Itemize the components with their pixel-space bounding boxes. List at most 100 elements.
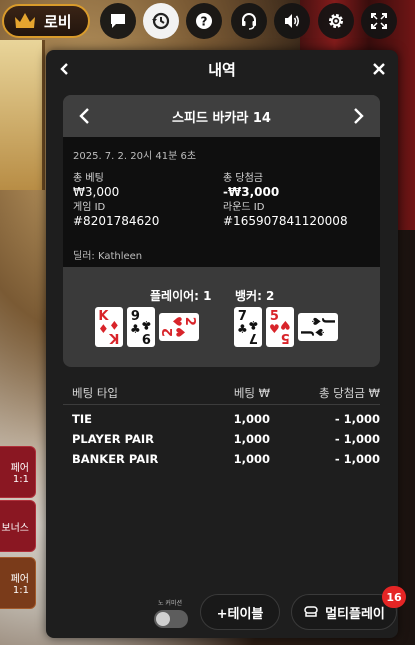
fullscreen-button[interactable] — [361, 3, 397, 39]
card-corner: 5 ♥ — [269, 310, 280, 336]
banker-cards: 7 ♣ 7 ♣ 5 ♥ 5 ♥ J ♠ J ♠ — [234, 307, 338, 347]
card-corner: 7 ♣ — [237, 310, 248, 336]
card-suit: ♣ — [141, 318, 152, 332]
playing-card: K ♦ K ♦ — [95, 307, 123, 347]
card-corner: 2 ♥ — [170, 316, 197, 327]
side-bet-label: 보너스 — [1, 522, 29, 534]
sound-button[interactable] — [274, 3, 310, 39]
support-button[interactable] — [231, 3, 267, 39]
help-icon: ? — [196, 13, 212, 29]
table-row: BANKER PAIR 1,000 - 1,000 — [63, 449, 380, 469]
side-bet-label: 페어 1:1 — [10, 463, 29, 485]
svg-text:?: ? — [201, 15, 208, 29]
round-card: 스피드 바카라 14 2025. 7. 2. 20시 41분 6초 총 베팅 ₩… — [63, 95, 380, 367]
bet-win: - 1,000 — [334, 412, 380, 426]
fullscreen-icon — [371, 13, 387, 29]
round-result: 플레이어: 1 뱅커: 2 K ♦ K ♦ 9 ♣ 9 ♣ 2 ♥ 2 ♥ 7 ♣ 7 ♣ 5 ♥ 5 ♥ J ♠ J ♠ — [63, 267, 380, 367]
card-corner: 7 ♣ — [248, 318, 259, 345]
lobby-button[interactable]: 로비 — [2, 4, 90, 38]
next-round-icon[interactable] — [348, 106, 368, 126]
history-button[interactable] — [143, 3, 179, 39]
col-bet-amount: 베팅 ₩ — [233, 385, 270, 400]
card-rank: J — [321, 318, 336, 324]
prev-round-icon[interactable] — [75, 106, 95, 126]
card-rank: K — [109, 330, 120, 345]
card-suit: ♣ — [237, 322, 248, 336]
side-bet-label: 페어 1:1 — [10, 574, 29, 596]
chat-button[interactable] — [100, 3, 136, 39]
history-icon — [152, 12, 170, 30]
add-table-label: +테이블 — [216, 606, 264, 622]
card-corner: 5 ♥ — [280, 318, 291, 345]
round-id-value: #165907841120008 — [223, 214, 348, 228]
settings-button[interactable] — [318, 3, 354, 39]
round-id: 라운드 ID #165907841120008 — [223, 198, 348, 228]
card-corner: J ♠ — [300, 327, 327, 338]
no-commission-label: 노 커미션 — [158, 600, 182, 607]
side-bet-pair-2[interactable]: 페어 1:1 — [0, 557, 36, 609]
no-commission-toggle-wrap: 노 커미션 — [154, 598, 190, 628]
card-suit: ♠ — [309, 316, 323, 327]
round-info: 2025. 7. 2. 20시 41분 6초 총 베팅 ₩3,000 총 당첨금… — [63, 137, 380, 267]
bet-win: - 1,000 — [334, 452, 380, 466]
total-win-label: 총 당첨금 — [223, 173, 263, 184]
multiplay-button[interactable]: 멀티플레이 — [291, 594, 397, 630]
multiplay-badge: 16 — [382, 586, 406, 608]
table-row: PLAYER PAIR 1,000 - 1,000 — [63, 429, 380, 449]
bet-type: BANKER PAIR — [72, 452, 159, 466]
card-suit: ♥ — [269, 322, 280, 336]
card-rank: 7 — [249, 330, 259, 345]
card-rank: 5 — [281, 330, 291, 345]
dealer-name: 딜러: Kathleen — [73, 251, 143, 262]
chevron-left-icon — [60, 63, 68, 75]
close-button[interactable] — [368, 58, 390, 80]
bet-type: PLAYER PAIR — [72, 432, 155, 446]
playing-card: 2 ♥ 2 ♥ — [159, 313, 199, 341]
panel-title: 내역 — [208, 60, 236, 79]
total-win-value: -₩3,000 — [223, 185, 280, 199]
help-button[interactable]: ? — [186, 3, 222, 39]
card-corner: 9 ♣ — [141, 318, 152, 345]
table-row: TIE 1,000 - 1,000 — [63, 409, 380, 429]
total-bet-label: 총 베팅 — [73, 173, 104, 184]
playing-card: 5 ♥ 5 ♥ — [266, 307, 294, 347]
game-id-value: #8201784620 — [73, 214, 160, 228]
bet-win: - 1,000 — [334, 432, 380, 446]
chat-icon — [111, 14, 125, 28]
card-suit: ♠ — [313, 327, 327, 338]
top-bar: 로비 ? — [0, 0, 415, 42]
crown-icon — [15, 13, 35, 28]
bet-amount: 1,000 — [233, 412, 270, 426]
bets-table: 베팅 타입 베팅 ₩ 총 당첨금 ₩ TIE 1,000 - 1,000 PLA… — [63, 381, 380, 469]
card-suit: ♦ — [109, 318, 120, 332]
card-suit: ♣ — [130, 322, 141, 336]
round-date: 2025. 7. 2. 20시 41분 6초 — [73, 151, 197, 162]
round-id-label: 라운드 ID — [223, 202, 265, 213]
close-icon — [373, 63, 385, 75]
add-table-button[interactable]: +테이블 — [200, 594, 280, 630]
bet-amount: 1,000 — [233, 432, 270, 446]
bets-header-row: 베팅 타입 베팅 ₩ 총 당첨금 ₩ — [63, 381, 380, 405]
playing-card: 7 ♣ 7 ♣ — [234, 307, 262, 347]
card-suit: ♥ — [280, 318, 291, 332]
back-button[interactable] — [54, 58, 76, 80]
lobby-label: 로비 — [44, 12, 72, 31]
toggle-knob — [156, 612, 170, 626]
bet-amount: 1,000 — [233, 452, 270, 466]
side-bet-bonus[interactable]: 보너스 — [0, 500, 36, 552]
card-corner: 2 ♥ — [161, 327, 188, 338]
player-cards: K ♦ K ♦ 9 ♣ 9 ♣ 2 ♥ 2 ♥ — [95, 307, 199, 347]
background-sign — [0, 40, 45, 190]
card-corner: K ♦ — [98, 310, 109, 336]
banker-score: 뱅커: 2 — [235, 289, 275, 303]
side-bet-pair-1[interactable]: 페어 1:1 — [0, 446, 36, 498]
total-win: 총 당첨금 -₩3,000 — [223, 169, 279, 199]
card-suit: ♥ — [174, 327, 188, 338]
total-bet-value: ₩3,000 — [73, 185, 120, 199]
history-panel: 내역 스피드 바카라 14 2025. 7. 2. 20시 41분 6초 총 베… — [46, 50, 398, 638]
settings-icon — [329, 14, 343, 28]
game-name: 스피드 바카라 14 — [172, 110, 271, 126]
player-score: 플레이어: 1 — [150, 289, 212, 303]
multiplay-label: 멀티플레이 — [325, 606, 385, 622]
no-commission-toggle[interactable] — [154, 610, 188, 628]
